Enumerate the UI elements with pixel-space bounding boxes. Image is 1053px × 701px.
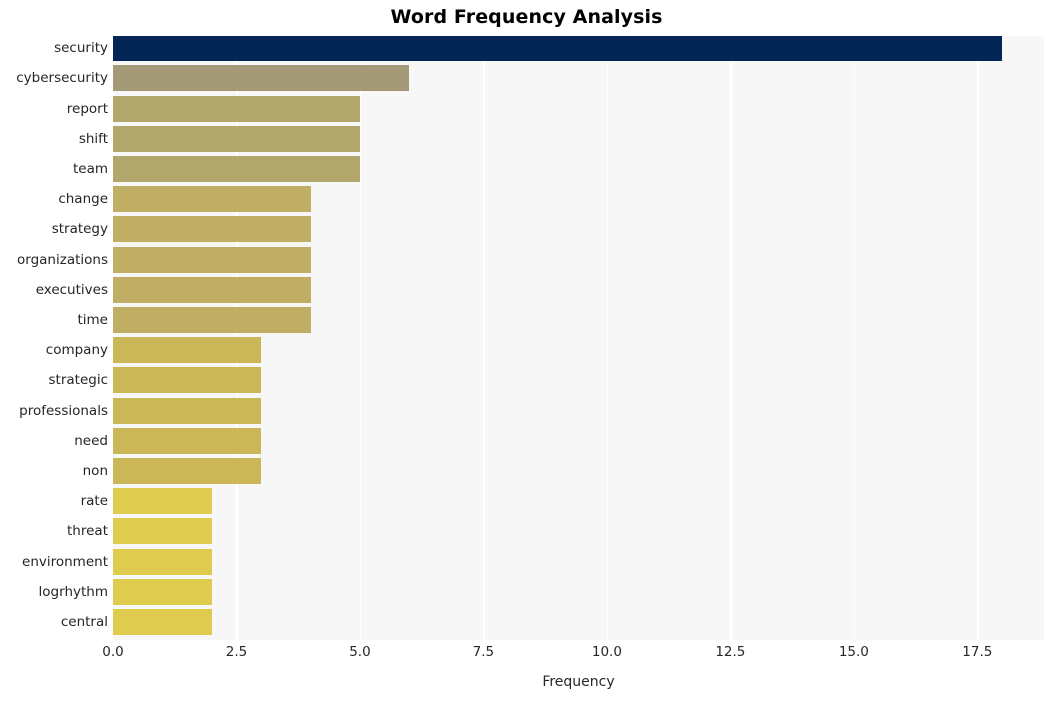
y-tick-label: need bbox=[74, 432, 108, 449]
bar-fill bbox=[113, 65, 410, 92]
bar-fill bbox=[113, 276, 311, 303]
bar bbox=[113, 397, 262, 424]
chart-title: Word Frequency Analysis bbox=[390, 6, 663, 28]
gridline bbox=[853, 36, 856, 640]
y-tick-label: cybersecurity bbox=[16, 70, 108, 87]
y-tick-label: strategic bbox=[48, 372, 109, 389]
x-tick-label: 5.0 bbox=[349, 644, 371, 660]
y-tick-label: company bbox=[45, 342, 108, 359]
y-tick-label: change bbox=[58, 191, 108, 208]
y-tick-label: professionals bbox=[19, 402, 108, 419]
word-frequency-chart-figure: Word Frequency Analysis security cybersec… bbox=[0, 0, 1053, 701]
bar bbox=[113, 95, 360, 122]
y-tick-label: security bbox=[54, 40, 108, 57]
bar bbox=[113, 427, 262, 454]
x-tick-label: 7.5 bbox=[472, 644, 495, 660]
y-tick-label: threat bbox=[67, 523, 108, 540]
bar-fill bbox=[113, 608, 212, 635]
bar-fill bbox=[113, 216, 311, 243]
bar bbox=[113, 276, 311, 303]
y-tick-label: environment bbox=[22, 553, 108, 570]
bar-fill bbox=[113, 306, 311, 333]
bar-fill bbox=[113, 125, 360, 152]
x-axis-label: Frequency bbox=[542, 674, 615, 690]
x-axis-tick-labels: 0.0 2.5 5.0 7.5 10.0 12.5 15.0 17.5 bbox=[102, 644, 1044, 668]
y-tick-label: team bbox=[72, 160, 108, 177]
bar bbox=[113, 216, 311, 243]
y-tick-label: logrhythm bbox=[38, 583, 108, 600]
bar-fill bbox=[113, 427, 262, 454]
gridline bbox=[730, 36, 732, 640]
x-tick-label: 12.5 bbox=[715, 644, 746, 660]
bar-fill bbox=[113, 246, 311, 273]
bar-fill bbox=[113, 518, 212, 545]
bar bbox=[113, 457, 262, 484]
bar bbox=[113, 518, 212, 545]
x-tick-label: 15.0 bbox=[838, 644, 869, 660]
bar bbox=[113, 608, 212, 635]
y-tick-label: strategy bbox=[51, 221, 108, 238]
bar-fill bbox=[113, 155, 360, 182]
bar bbox=[113, 246, 311, 273]
bar bbox=[113, 186, 311, 213]
bar-fill bbox=[113, 488, 212, 515]
y-axis-tick-labels: security cybersecurity report shift team chan… bbox=[0, 36, 108, 640]
gridline bbox=[977, 36, 979, 640]
y-tick-label: central bbox=[60, 613, 108, 630]
bar bbox=[113, 337, 262, 364]
bar bbox=[113, 578, 212, 605]
bar bbox=[113, 65, 410, 92]
gridline bbox=[483, 36, 485, 640]
x-tick-label: 0.0 bbox=[102, 644, 124, 660]
bar bbox=[113, 488, 212, 515]
y-tick-label: report bbox=[66, 100, 108, 117]
bar bbox=[113, 367, 262, 394]
bar bbox=[113, 125, 360, 152]
bar bbox=[113, 36, 1003, 62]
bar-fill bbox=[113, 95, 360, 122]
bar-fill bbox=[113, 337, 262, 364]
x-tick-label: 10.0 bbox=[591, 644, 622, 660]
y-tick-label: non bbox=[82, 462, 108, 479]
bar bbox=[113, 548, 212, 575]
gridline bbox=[359, 36, 362, 640]
bar-fill bbox=[113, 457, 262, 484]
bar-fill bbox=[113, 578, 212, 605]
gridline bbox=[606, 36, 609, 640]
bar-fill bbox=[113, 36, 1003, 62]
y-tick-label: time bbox=[77, 311, 108, 328]
bar-fill bbox=[113, 548, 212, 575]
y-tick-label: organizations bbox=[17, 251, 108, 268]
y-tick-label: shift bbox=[78, 130, 108, 147]
x-tick-label: 17.5 bbox=[962, 644, 993, 660]
bar bbox=[113, 155, 360, 182]
bar-fill bbox=[113, 186, 311, 213]
bar bbox=[113, 306, 311, 333]
x-tick-label: 2.5 bbox=[225, 644, 248, 660]
bar-fill bbox=[113, 367, 262, 394]
y-tick-label: rate bbox=[80, 493, 108, 510]
y-tick-label: executives bbox=[35, 281, 108, 298]
plot-area bbox=[113, 36, 1044, 640]
bar-fill bbox=[113, 397, 262, 424]
